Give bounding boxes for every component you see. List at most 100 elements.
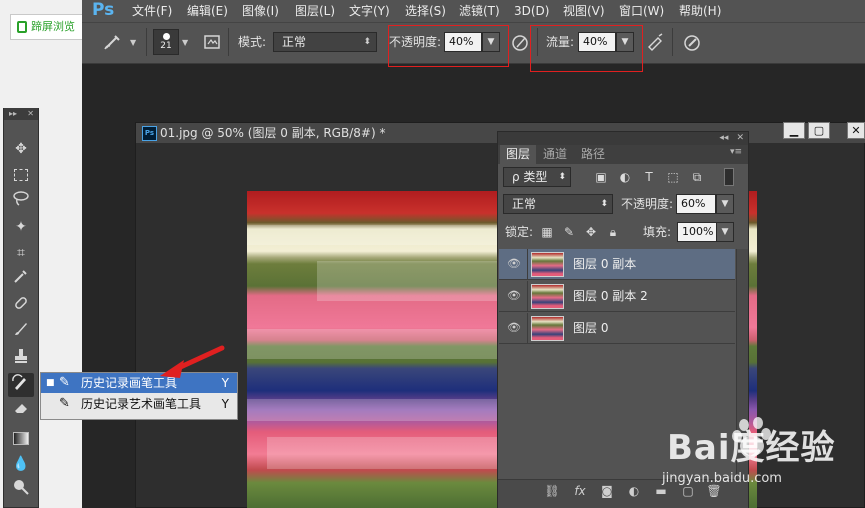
collapse-icon[interactable]: ▸▸: [9, 109, 17, 118]
art-history-brush-icon: ✎: [59, 396, 70, 411]
menu-window[interactable]: 窗口(W): [619, 0, 664, 22]
menu-view[interactable]: 视图(V): [563, 0, 605, 22]
close-icon[interactable]: ✕: [27, 108, 34, 120]
brush-preset-picker[interactable]: 21: [153, 29, 179, 55]
visibility-eye-icon[interactable]: 👁︎: [507, 257, 521, 271]
pressure-size-icon[interactable]: [681, 31, 703, 53]
annotation-arrow: [160, 345, 225, 378]
layer-row[interactable]: 👁︎ 图层 0 副本 2: [499, 281, 735, 312]
minimize-icon[interactable]: ▁: [783, 122, 805, 139]
selected-bullet-icon: ■: [46, 378, 55, 388]
flyout-item-art-history-brush[interactable]: ✎ 历史记录艺术画笔工具 Y: [41, 394, 237, 414]
menu-edit[interactable]: 编辑(E): [187, 0, 228, 22]
tab-channels[interactable]: 通道: [537, 145, 573, 164]
lasso-tool-icon[interactable]: [8, 189, 34, 213]
lock-position-icon[interactable]: ✥: [582, 223, 600, 241]
healing-brush-tool-icon[interactable]: [8, 294, 34, 318]
menu-select[interactable]: 选择(S): [405, 0, 446, 22]
filter-smart-object-icon[interactable]: ⧉: [688, 168, 706, 186]
filter-toggle-switch[interactable]: [724, 168, 734, 186]
close-icon[interactable]: ✕: [736, 133, 744, 143]
flow-dropdown-icon[interactable]: ▼: [616, 32, 634, 52]
opacity-field[interactable]: 40%: [444, 32, 482, 52]
menu-filter[interactable]: 滤镜(T): [459, 0, 500, 22]
tool-preset-brush-icon[interactable]: [102, 31, 124, 53]
menu-type[interactable]: 文字(Y): [349, 0, 390, 22]
layer-name: 图层 0 副本: [573, 257, 637, 271]
layer-opacity-label: 不透明度:: [621, 197, 674, 211]
opacity-dropdown-icon[interactable]: ▼: [482, 32, 500, 52]
tab-paths[interactable]: 路径: [575, 145, 611, 164]
airbrush-icon[interactable]: [644, 31, 666, 53]
lock-all-icon[interactable]: 🔒︎: [604, 223, 622, 241]
link-layers-icon[interactable]: ⛓: [541, 480, 563, 502]
brush-tool-icon[interactable]: [8, 320, 34, 344]
visibility-eye-icon[interactable]: 👁︎: [507, 321, 521, 335]
layer-opacity-field[interactable]: 60%: [676, 194, 716, 214]
menu-image[interactable]: 图像(I): [242, 0, 279, 22]
eyedropper-tool-icon[interactable]: [8, 267, 34, 291]
toolbox-header[interactable]: ▸▸ ✕: [4, 108, 38, 120]
eye-column-divider: [527, 281, 528, 311]
fx-icon[interactable]: fx: [569, 480, 591, 502]
fill-label: 填充:: [643, 225, 672, 239]
visibility-eye-icon[interactable]: 👁︎: [507, 289, 521, 303]
lock-transparent-icon[interactable]: ▦: [538, 223, 556, 241]
blend-mode-select[interactable]: 正常 ⬍: [503, 194, 613, 214]
layer-row[interactable]: 👁︎ 图层 0: [499, 313, 735, 344]
eraser-tool-icon[interactable]: [8, 399, 34, 423]
filter-shape-icon[interactable]: ⬚: [664, 168, 682, 186]
filter-type-icon[interactable]: T: [640, 168, 658, 186]
collapse-icon[interactable]: ◂◂: [719, 133, 728, 143]
lock-pixels-icon[interactable]: ✎: [560, 223, 578, 241]
move-tool-icon[interactable]: ✥: [8, 137, 34, 161]
updown-arrow-icon: ⬍: [558, 172, 566, 182]
mode-select[interactable]: 正常 ⬍: [273, 32, 377, 52]
dodge-tool-icon[interactable]: [8, 478, 34, 502]
filter-pixel-icon[interactable]: ▣: [592, 168, 610, 186]
menu-3d[interactable]: 3D(D): [514, 0, 549, 22]
pressure-opacity-icon[interactable]: [509, 31, 531, 53]
paint-stroke: [247, 329, 497, 359]
magic-wand-tool-icon[interactable]: ✦: [8, 215, 34, 239]
flow-field[interactable]: 40%: [578, 32, 616, 52]
paint-stroke: [267, 437, 507, 469]
marquee-tool-icon[interactable]: [8, 163, 34, 187]
history-brush-tool-icon[interactable]: [8, 373, 34, 397]
filter-type-select[interactable]: ρ 类型 ⬍: [503, 167, 571, 187]
blend-mode-value: 正常: [512, 197, 537, 211]
history-brush-icon: ✎: [59, 375, 70, 390]
browser-tab[interactable]: 蹄屏浏览: [10, 14, 83, 40]
panel-menu-icon[interactable]: ▾≡: [730, 147, 742, 157]
filter-adjustment-icon[interactable]: ◐: [616, 168, 634, 186]
options-divider: [228, 28, 229, 56]
crop-tool-icon[interactable]: ⌗: [8, 241, 34, 265]
tab-layers[interactable]: 图层: [500, 145, 537, 164]
menu-help[interactable]: 帮助(H): [679, 0, 721, 22]
close-window-icon[interactable]: ✕: [847, 122, 865, 139]
browser-tab-label: 蹄屏浏览: [31, 20, 75, 33]
layer-thumbnail: [531, 284, 564, 309]
blur-tool-icon[interactable]: 💧: [8, 452, 34, 476]
fill-dropdown-icon[interactable]: ▼: [716, 222, 734, 242]
brush-dropdown-icon[interactable]: ▼: [182, 38, 188, 47]
maximize-icon[interactable]: ▢: [808, 122, 830, 139]
panel-header[interactable]: ◂◂ ✕: [498, 132, 748, 145]
clone-stamp-tool-icon[interactable]: [8, 347, 34, 371]
adjustment-layer-icon[interactable]: ◐: [623, 480, 645, 502]
menu-file[interactable]: 文件(F): [132, 0, 172, 22]
tool-preset-dropdown-icon[interactable]: ▼: [130, 38, 136, 47]
fill-field[interactable]: 100%: [677, 222, 717, 242]
gradient-tool-icon[interactable]: [8, 426, 34, 450]
watermark-brand: Bai度经验: [667, 428, 836, 468]
layer-name: 图层 0: [573, 321, 609, 335]
add-mask-icon[interactable]: ◙: [596, 480, 618, 502]
opacity-label: 不透明度:: [389, 35, 442, 49]
brush-panel-toggle-icon[interactable]: [201, 31, 223, 53]
flyout-item-label: 历史记录艺术画笔工具: [81, 397, 202, 411]
layer-thumbnail: [531, 252, 564, 277]
layer-opacity-dropdown-icon[interactable]: ▼: [716, 194, 734, 214]
paint-stroke: [247, 399, 507, 421]
layer-row[interactable]: 👁︎ 图层 0 副本: [499, 249, 735, 280]
menu-layer[interactable]: 图层(L): [295, 0, 335, 22]
